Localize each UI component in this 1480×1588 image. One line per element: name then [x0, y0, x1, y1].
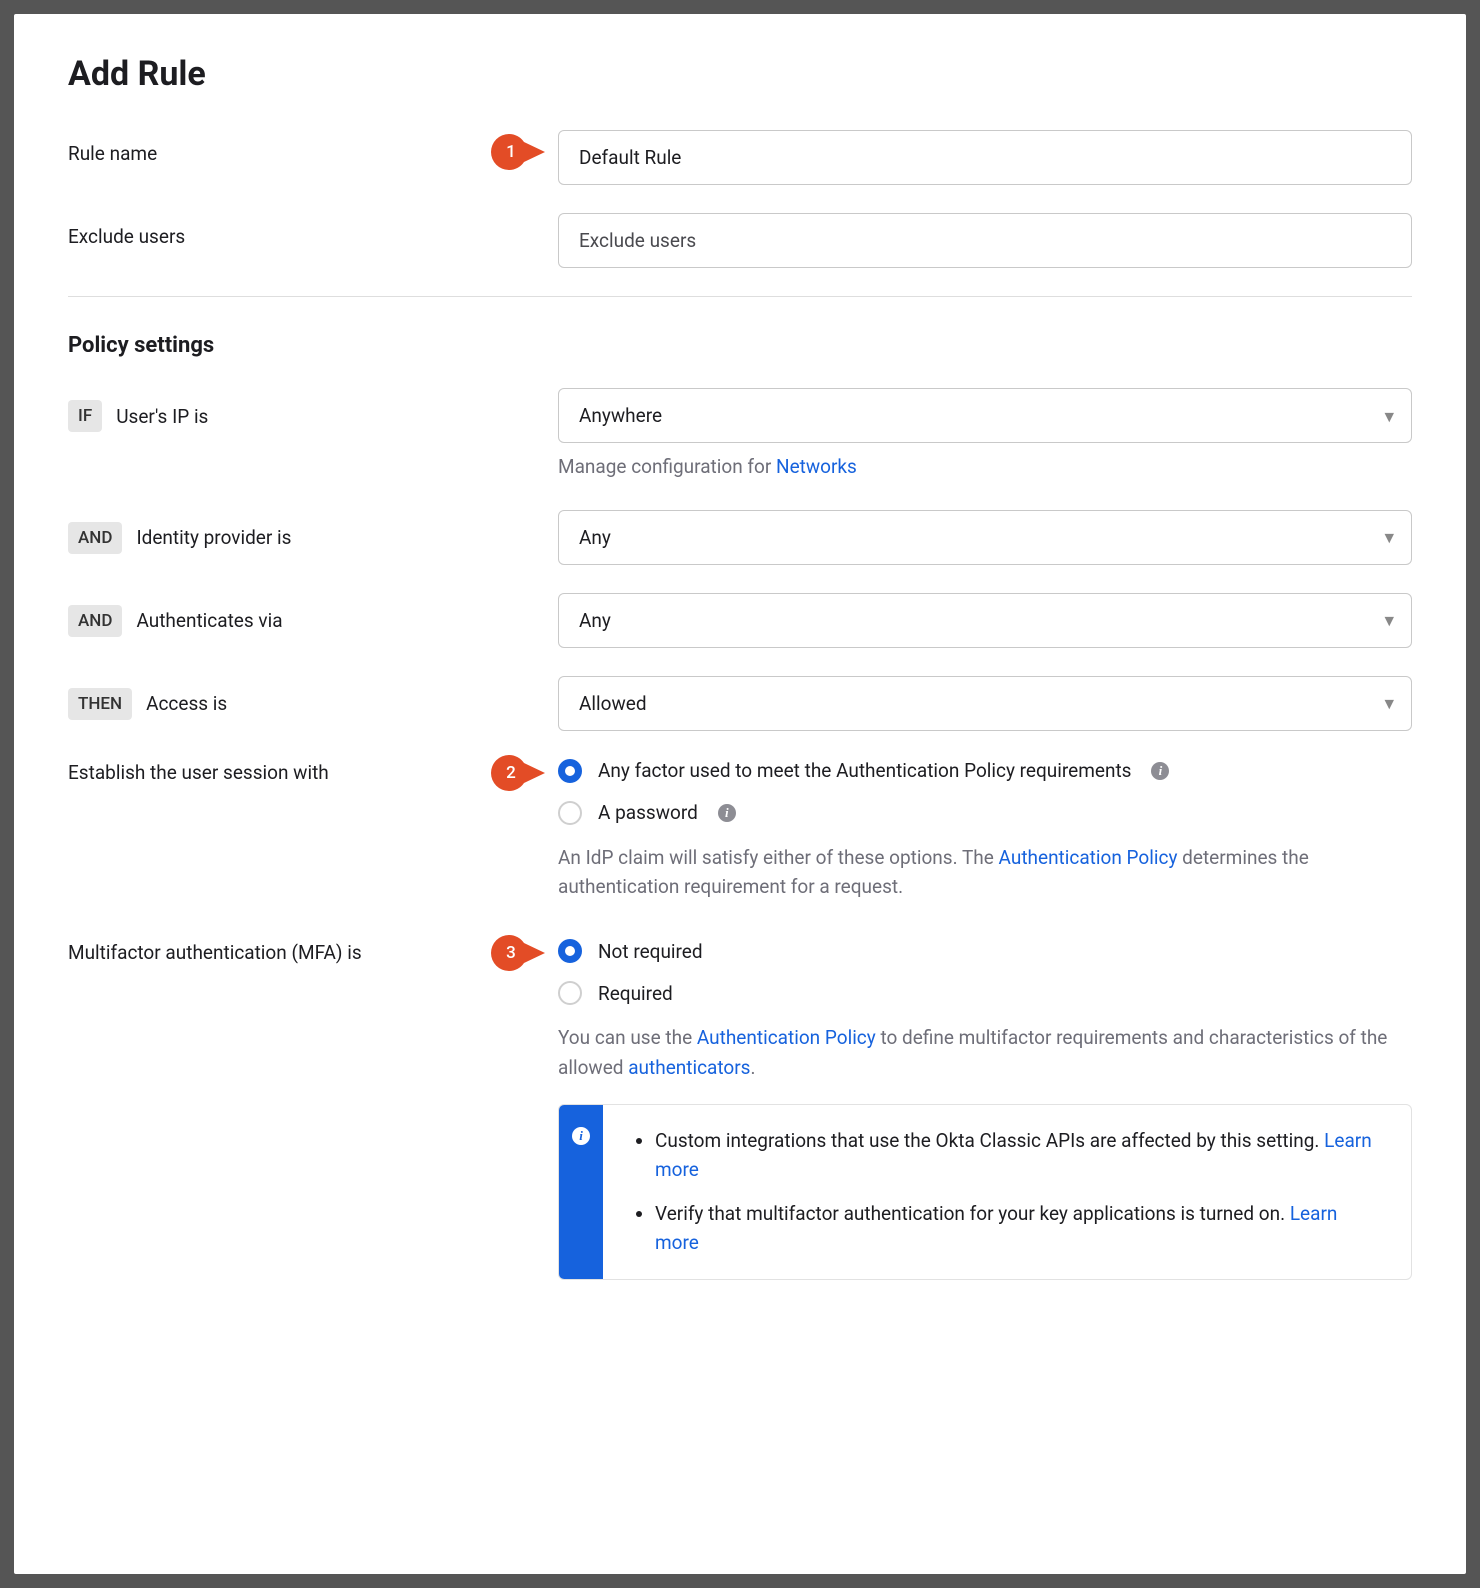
- row-rule-name: Rule name 1: [68, 130, 1412, 185]
- user-ip-select[interactable]: Anywhere: [558, 388, 1412, 443]
- row-user-ip: IF User's IP is Anywhere ▾ Manage config…: [68, 388, 1412, 482]
- auth-policy-link[interactable]: Authentication Policy: [999, 846, 1178, 869]
- mfa-info-notice: i Custom integrations that use the Okta …: [558, 1104, 1412, 1280]
- radio-password[interactable]: A password i: [558, 801, 1412, 825]
- mfa-note: You can use the Authentication Policy to…: [558, 1023, 1412, 1082]
- info-icon[interactable]: i: [718, 804, 736, 822]
- auth-via-label: Authenticates via: [136, 609, 282, 632]
- radio-icon: [558, 759, 582, 783]
- user-ip-label: User's IP is: [116, 405, 208, 428]
- if-chip: IF: [68, 400, 102, 432]
- exclude-users-input[interactable]: [558, 213, 1412, 268]
- radio-mfa-required[interactable]: Required: [558, 981, 1412, 1005]
- notice-item: Verify that multifactor authentication f…: [655, 1200, 1383, 1257]
- rule-name-label: Rule name: [68, 142, 157, 165]
- divider: [68, 296, 1412, 297]
- then-chip: THEN: [68, 688, 132, 720]
- callout-marker-1: 1: [491, 134, 547, 170]
- callout-marker-2: 2: [491, 755, 547, 791]
- radio-icon: [558, 939, 582, 963]
- idp-label: Identity provider is: [136, 526, 291, 549]
- mfa-label: Multifactor authentication (MFA) is: [68, 941, 362, 964]
- radio-icon: [558, 801, 582, 825]
- auth-via-select[interactable]: Any: [558, 593, 1412, 648]
- row-exclude-users: Exclude users: [68, 213, 1412, 268]
- info-icon[interactable]: i: [1151, 762, 1169, 780]
- and-chip: AND: [68, 605, 122, 637]
- radio-icon: [558, 981, 582, 1005]
- add-rule-modal: Add Rule Rule name 1 Exclude users Polic…: [14, 14, 1466, 1574]
- rule-name-input[interactable]: [558, 130, 1412, 185]
- exclude-users-label: Exclude users: [68, 225, 185, 248]
- row-session-factor: Establish the user session with 2 Any fa…: [68, 759, 1412, 912]
- policy-settings-heading: Policy settings: [68, 333, 1412, 358]
- row-mfa: Multifactor authentication (MFA) is 3 No…: [68, 939, 1412, 1280]
- info-icon: i: [572, 1127, 590, 1145]
- row-idp: AND Identity provider is Any ▾: [68, 510, 1412, 565]
- session-factor-note: An IdP claim will satisfy either of thes…: [558, 843, 1412, 902]
- session-factor-label: Establish the user session with: [68, 761, 329, 784]
- row-access: THEN Access is Allowed ▾: [68, 676, 1412, 731]
- authenticators-link[interactable]: authenticators: [628, 1056, 750, 1079]
- access-select[interactable]: Allowed: [558, 676, 1412, 731]
- row-auth-via: AND Authenticates via Any ▾: [68, 593, 1412, 648]
- modal-title: Add Rule: [68, 54, 1412, 94]
- radio-mfa-not-required[interactable]: Not required: [558, 939, 1412, 963]
- networks-link[interactable]: Networks: [776, 455, 857, 478]
- auth-policy-link[interactable]: Authentication Policy: [697, 1026, 876, 1049]
- and-chip: AND: [68, 522, 122, 554]
- radio-any-factor[interactable]: Any factor used to meet the Authenticati…: [558, 759, 1412, 783]
- user-ip-helper: Manage configuration for Networks: [558, 453, 1412, 482]
- notice-item: Custom integrations that use the Okta Cl…: [655, 1127, 1383, 1184]
- callout-marker-3: 3: [491, 935, 547, 971]
- access-label: Access is: [146, 692, 227, 715]
- idp-select[interactable]: Any: [558, 510, 1412, 565]
- notice-accent-bar: i: [559, 1105, 603, 1279]
